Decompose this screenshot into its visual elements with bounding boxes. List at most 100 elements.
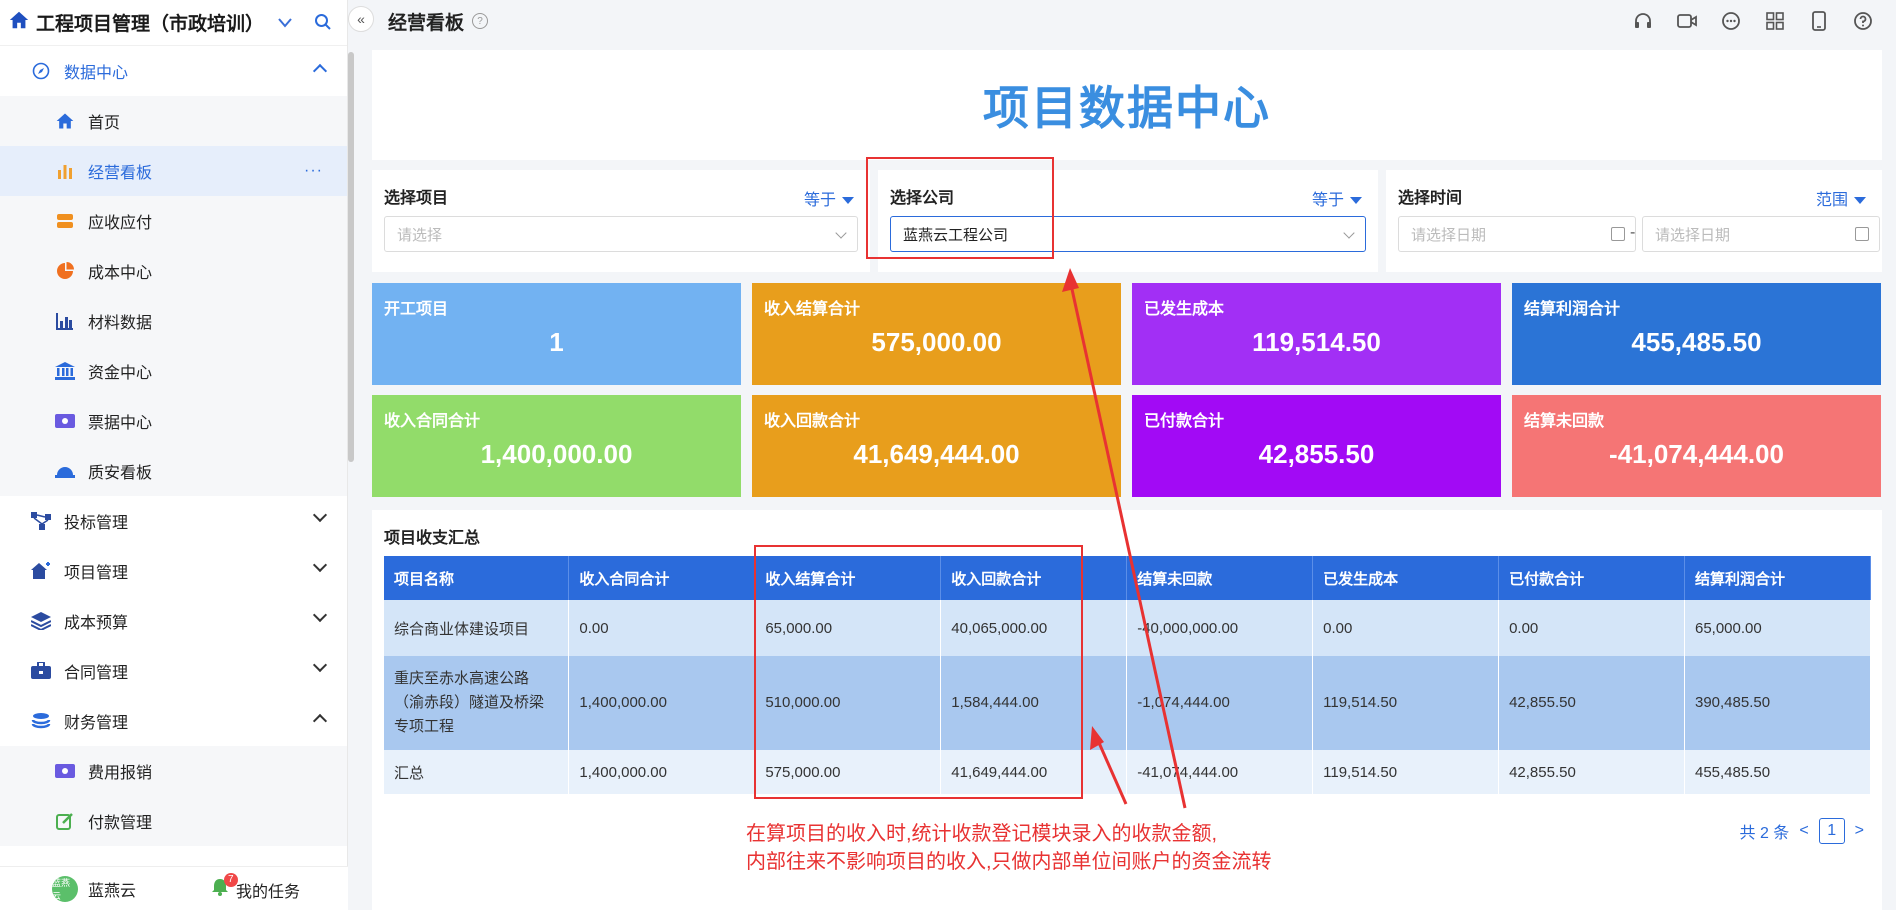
sidebar-item-receivables[interactable]: 应收应付: [0, 196, 347, 246]
table-cell: 42,855.50: [1498, 750, 1685, 794]
collapse-sidebar-button[interactable]: «: [348, 6, 374, 32]
annotation-note: 在算项目的收入时,统计收款登记模块录入的收款金额, 内部往来不影响项目的收入,只…: [746, 820, 1272, 876]
table-cell: 65,000.00: [1684, 600, 1872, 656]
total-count: 共 2 条: [1739, 825, 1790, 842]
column-header[interactable]: 结算未回款: [1126, 556, 1314, 600]
chat-icon[interactable]: [1718, 9, 1744, 33]
layers-icon: [30, 610, 52, 632]
column-header[interactable]: 收入合同合计: [568, 556, 756, 600]
chevron-down-icon[interactable]: [278, 15, 292, 31]
start-date-input[interactable]: 请选择日期: [1398, 216, 1636, 252]
filter-operator-dropdown[interactable]: 等于: [1312, 186, 1362, 210]
search-icon[interactable]: [314, 13, 332, 36]
filter-label: 选择时间: [1398, 190, 1463, 207]
project-select[interactable]: 请选择: [384, 216, 858, 252]
menu-group-data-center[interactable]: 数据中心: [0, 46, 347, 96]
table-cell: -1,074,444.00: [1126, 656, 1314, 750]
sidebar-item-bills[interactable]: 票据中心: [0, 396, 347, 446]
page-title: 经营看板: [388, 12, 465, 34]
avatar[interactable]: 蓝燕云: [52, 875, 78, 902]
menu-group-cost-budget[interactable]: 成本预算: [0, 596, 347, 646]
card-label: 结算利润合计: [1524, 301, 1621, 318]
card-value: 42,855.50: [1258, 439, 1375, 469]
table-cell: 119,514.50: [1312, 656, 1500, 750]
sidebar-item-home[interactable]: 首页: [0, 96, 347, 146]
menu-group-contracts[interactable]: 合同管理: [0, 646, 347, 696]
column-header[interactable]: 结算利润合计: [1684, 556, 1872, 600]
filter-label: 选择项目: [384, 190, 449, 207]
apps-icon[interactable]: [1762, 9, 1788, 33]
question-icon[interactable]: ?: [472, 13, 489, 29]
filter-operator-dropdown[interactable]: 等于: [804, 186, 854, 210]
sidebar-item-label: 付款管理: [88, 815, 153, 832]
table-row-total[interactable]: 汇总 1,400,000.00 575,000.00 41,649,444.00…: [384, 750, 1872, 794]
column-header[interactable]: 已付款合计: [1498, 556, 1685, 600]
menu-group-projects[interactable]: 项目管理: [0, 546, 347, 596]
annotation-box-company: [866, 157, 1054, 259]
end-date-input[interactable]: 请选择日期: [1642, 216, 1880, 252]
table-row[interactable]: 重庆至赤水高速公路（渝赤段）隧道及桥梁专项工程 1,400,000.00 510…: [384, 656, 1872, 750]
card-value: 455,485.50: [1631, 327, 1762, 357]
date-placeholder: 请选择日期: [1411, 226, 1487, 244]
sidebar-item-label: 质安看板: [88, 465, 153, 482]
table-cell: -41,074,444.00: [1126, 750, 1314, 794]
sidebar-item-cost-center[interactable]: 成本中心: [0, 246, 347, 296]
chevron-down-icon: [312, 507, 328, 523]
sidebar-footer: 蓝燕云 蓝燕云 7 我的任务: [0, 866, 348, 910]
table-row[interactable]: 综合商业体建设项目 0.00 65,000.00 40,065,000.00 -…: [384, 600, 1872, 656]
video-icon[interactable]: [1674, 9, 1700, 33]
my-tasks[interactable]: 7 我的任务: [210, 873, 301, 902]
app-title[interactable]: 工程项目管理（市政培训）: [36, 9, 264, 36]
sidebar-item-materials[interactable]: 材料数据: [0, 296, 347, 346]
sidebar-item-dashboard[interactable]: 经营看板 ···: [0, 146, 347, 196]
sidebar-item-label: 首页: [88, 115, 121, 132]
card-value: 119,514.50: [1252, 327, 1381, 357]
column-header[interactable]: 已发生成本: [1312, 556, 1500, 600]
card-value: 1: [549, 327, 564, 357]
menu-group-label: 合同管理: [64, 665, 129, 682]
tasks-label: 我的任务: [236, 883, 301, 901]
user-name[interactable]: 蓝燕云: [88, 877, 136, 901]
sidebar-item-label: 资金中心: [88, 365, 153, 382]
mobile-icon[interactable]: [1806, 9, 1832, 33]
sidebar-item-funds[interactable]: 资金中心: [0, 346, 347, 396]
page-1-button[interactable]: 1: [1818, 818, 1845, 844]
select-placeholder: 请选择: [397, 226, 443, 244]
card-label: 开工项目: [384, 301, 449, 318]
banner-title: 项目数据中心: [983, 82, 1271, 134]
headset-icon[interactable]: [1630, 9, 1656, 33]
prev-page-button[interactable]: <: [1799, 822, 1808, 840]
card-value: 41,649,444.00: [853, 439, 1020, 469]
filter-operator-dropdown[interactable]: 范围: [1816, 186, 1866, 210]
ticket-icon: [54, 760, 76, 782]
calendar-icon: [1611, 227, 1625, 241]
stat-card: 已发生成本 119,514.50: [1132, 283, 1501, 385]
card-value: -41,074,444.00: [1609, 439, 1784, 469]
sidebar-item-quality-safety[interactable]: 质安看板: [0, 446, 347, 496]
column-header[interactable]: 项目名称: [384, 556, 570, 600]
network-icon: [30, 510, 52, 532]
stat-card: 收入结算合计 575,000.00: [752, 283, 1121, 385]
sidebar-item-expense[interactable]: 费用报销: [0, 746, 347, 796]
help-icon[interactable]: [1850, 9, 1876, 33]
chevron-up-icon: [312, 63, 328, 79]
submenu-finance: 费用报销 付款管理: [0, 746, 347, 846]
summary-table: 项目名称 收入合同合计 收入结算合计 收入回款合计 结算未回款 已发生成本 已付…: [384, 556, 1872, 794]
chevron-down-icon: [1343, 227, 1355, 239]
next-page-button[interactable]: >: [1855, 822, 1864, 840]
sidebar-item-payment[interactable]: 付款管理: [0, 796, 347, 846]
sidebar-scrollbar[interactable]: [348, 52, 354, 462]
task-badge: 7: [224, 873, 238, 887]
table-cell: 汇总: [384, 750, 570, 794]
card-label: 收入合同合计: [384, 413, 481, 430]
home-icon: [54, 110, 76, 132]
menu-group-finance[interactable]: 财务管理: [0, 696, 347, 746]
more-icon[interactable]: ···: [304, 162, 323, 180]
menu-group-bidding[interactable]: 投标管理: [0, 496, 347, 546]
compass-icon: [30, 60, 52, 82]
sidebar-item-label: 经营看板: [88, 165, 153, 182]
calendar-icon: [1855, 227, 1869, 241]
menu-group-label: 财务管理: [64, 715, 129, 732]
table-cell: 455,485.50: [1684, 750, 1872, 794]
table-header-row: 项目名称 收入合同合计 收入结算合计 收入回款合计 结算未回款 已发生成本 已付…: [384, 556, 1872, 600]
